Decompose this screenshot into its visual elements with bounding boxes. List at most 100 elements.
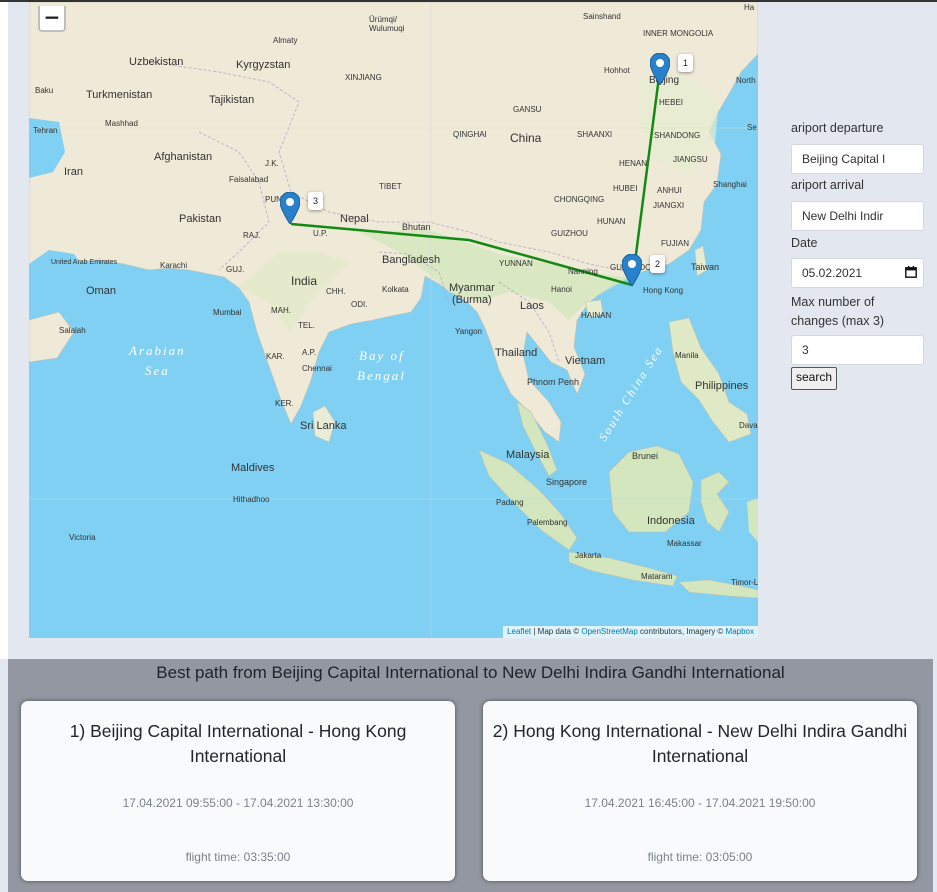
flight-title: 2) Hong Kong International - New Delhi I… — [492, 721, 908, 766]
label-indonesia: Indonesia — [647, 515, 696, 527]
leaflet-link[interactable]: Leaflet — [507, 627, 531, 636]
attribution-text-2: contributors, Imagery © — [637, 627, 726, 636]
label-hithadhoo: Hithadhoo — [233, 495, 270, 504]
label-ha: Ha — [744, 3, 755, 12]
flight-times: 17.04.2021 16:45:00 - 17.04.2021 19:50:0… — [584, 796, 816, 810]
zoom-out-button[interactable]: − — [38, 6, 66, 32]
marker-newdelhi-icon[interactable] — [280, 192, 300, 224]
label-davao: Davao — [739, 421, 758, 430]
label-hongkong: Hong Kong — [643, 286, 683, 295]
label-vietnam: Vietnam — [565, 355, 605, 367]
arrival-input[interactable]: New Delhi Indir — [791, 201, 924, 231]
label-mah: MAH. — [271, 306, 291, 315]
label-ap: A.P. — [302, 348, 316, 357]
label-srilanka: Sri Lanka — [300, 420, 347, 432]
label-thailand: Thailand — [495, 347, 537, 359]
label-odi: ODI. — [351, 300, 367, 309]
label-mashhad: Mashhad — [105, 119, 138, 128]
label-hebei: HEBEI — [659, 98, 683, 107]
label-malaysia: Malaysia — [506, 449, 550, 461]
label-burma: (Burma) — [452, 294, 492, 306]
results-title: Best path from Beijing Capital Internati… — [156, 663, 785, 682]
label-india: India — [291, 274, 317, 288]
mapbox-link[interactable]: Mapbox — [726, 627, 754, 636]
flight-card-2[interactable]: 2) Hong Kong International - New Delhi I… — [483, 701, 917, 881]
flight-times: 17.04.2021 09:55:00 - 17.04.2021 13:30:0… — [122, 796, 354, 810]
label-chongqing: CHONGQING — [554, 195, 604, 204]
label-jiangxi: JIANGXI — [653, 201, 684, 210]
marker-label-3: 3 — [308, 192, 323, 210]
label-jakarta: Jakarta — [575, 551, 602, 560]
label-nepal: Nepal — [340, 213, 369, 225]
label-ker: KER. — [275, 399, 294, 408]
label-hohhot: Hohhot — [604, 66, 631, 75]
label-fujian: FUJIAN — [661, 239, 689, 248]
label-yunnan: YUNNAN — [499, 259, 533, 268]
label-hanoi: Hanoi — [551, 285, 572, 294]
label-timor: Timor-L — [731, 578, 758, 587]
marker-beijing-icon[interactable] — [650, 53, 670, 85]
date-input[interactable]: 05.02.2021 — [791, 258, 924, 288]
route-map[interactable]: Uzbekistan Kyrgyzstan Tajikistan Turkmen… — [29, 2, 758, 638]
marker-hongkong-icon[interactable] — [622, 254, 642, 286]
label-sainshand: Sainshand — [583, 12, 621, 21]
label-phnompenh: Phnom Penh — [527, 377, 579, 387]
label-mataram: Mataram — [641, 572, 673, 581]
label-bhutan: Bhutan — [402, 222, 431, 232]
label-brunei: Brunei — [632, 451, 658, 461]
label-kolkata: Kolkata — [382, 285, 409, 294]
label-shaanxi: SHAANXI — [577, 130, 612, 139]
map-base: Uzbekistan Kyrgyzstan Tajikistan Turkmen… — [29, 2, 758, 638]
changes-label: Max number of changes (max 3) — [791, 295, 885, 328]
label-anhui: ANHUI — [657, 186, 682, 195]
label-bengal: Bengal — [357, 368, 406, 383]
date-label: Date — [791, 236, 818, 250]
label-nanning: Nanning — [568, 267, 598, 276]
label-bangladesh: Bangladesh — [382, 254, 440, 266]
label-almaty: Almaty — [273, 36, 297, 45]
label-chennai: Chennai — [302, 364, 332, 373]
label-kyrgyzstan: Kyrgyzstan — [236, 59, 290, 71]
label-uzbekistan: Uzbekistan — [129, 56, 183, 68]
calendar-icon[interactable] — [905, 266, 917, 278]
changes-input[interactable]: 3 — [791, 335, 924, 365]
label-afghanistan: Afghanistan — [154, 151, 212, 163]
label-raj: RAJ. — [243, 231, 260, 240]
map-attribution: Leaflet | Map data © OpenStreetMap contr… — [503, 626, 758, 638]
search-button[interactable]: search — [791, 367, 838, 390]
label-baku: Baku — [35, 86, 53, 95]
label-faisalabad: Faisalabad — [229, 175, 268, 184]
flight-card-1[interactable]: 1) Beijing Capital International - Hong … — [21, 701, 455, 881]
label-shandong: SHANDONG — [654, 131, 700, 140]
label-up: U.P. — [313, 229, 328, 238]
label-philippines: Philippines — [695, 380, 749, 392]
label-pakistan: Pakistan — [179, 213, 221, 225]
label-bay: Bay of — [359, 348, 405, 363]
label-yangon: Yangon — [455, 327, 482, 336]
departure-input[interactable]: Beijing Capital I — [791, 144, 924, 174]
label-tehran: Tehran — [33, 126, 57, 135]
marker-label-1: 1 — [678, 54, 693, 72]
label-manila: Manila — [675, 351, 699, 360]
label-arabian-sea: Sea — [145, 363, 170, 378]
label-jiangsu: JIANGSU — [673, 155, 708, 164]
departure-label: ariport departure — [791, 121, 884, 135]
left-strip — [0, 2, 8, 659]
label-uae: United Arab Emirates — [51, 259, 118, 266]
label-se: Se — [747, 123, 757, 132]
label-singapore: Singapore — [546, 477, 587, 487]
label-arabian: Arabian — [128, 343, 186, 358]
label-turkmenistan: Turkmenistan — [86, 89, 152, 101]
label-hubei: HUBEI — [613, 184, 637, 193]
attribution-text-1: | Map data © — [531, 627, 582, 636]
label-gansu: GANSU — [513, 105, 542, 114]
label-maldives: Maldives — [231, 462, 275, 474]
flight-duration: flight time: 03:05:00 — [647, 850, 753, 864]
label-victoria: Victoria — [69, 533, 96, 542]
marker-label-2: 2 — [650, 255, 665, 273]
label-china: China — [510, 131, 542, 145]
label-north: North — [736, 76, 756, 85]
label-padang: Padang — [496, 498, 524, 507]
osm-link[interactable]: OpenStreetMap — [581, 627, 637, 636]
label-hainan: HAINAN — [581, 311, 611, 320]
